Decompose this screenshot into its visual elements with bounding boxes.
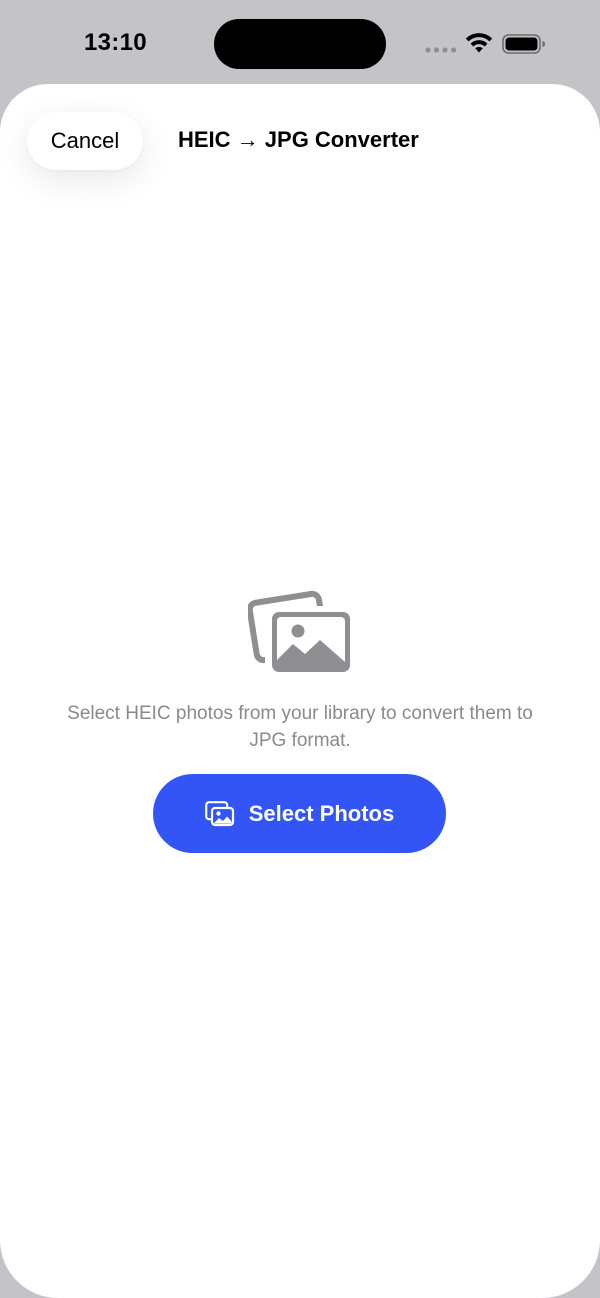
dynamic-island <box>214 19 386 69</box>
converter-sheet: Cancel HEIC → JPG Converter Select HEIC … <box>0 84 600 1298</box>
select-photos-label: Select Photos <box>248 800 395 826</box>
cellular-signal-icon <box>425 47 457 53</box>
photos-icon <box>204 800 234 826</box>
battery-icon <box>502 34 545 54</box>
status-bar: 13:10 <box>0 0 600 86</box>
empty-state-description: Select HEIC photos from your library to … <box>67 703 533 751</box>
wifi-icon <box>465 33 493 53</box>
cancel-button[interactable]: Cancel <box>27 112 143 170</box>
select-photos-button[interactable]: Select Photos <box>153 774 446 853</box>
page-title: HEIC → JPG Converter <box>178 127 419 152</box>
photos-stack-icon <box>248 590 354 674</box>
status-time: 13:10 <box>84 29 147 56</box>
